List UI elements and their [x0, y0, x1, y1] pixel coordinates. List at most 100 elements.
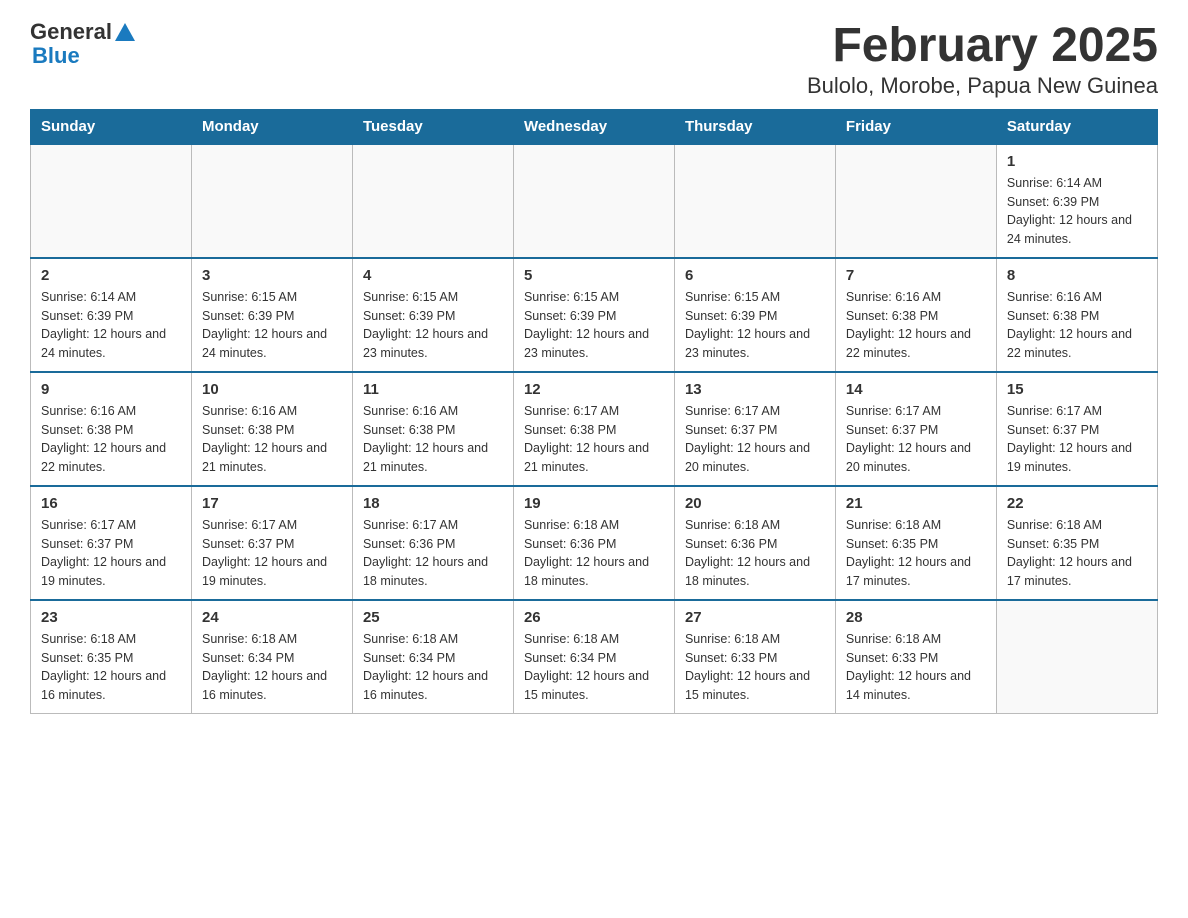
- day-number: 19: [524, 495, 664, 512]
- day-number: 25: [363, 609, 503, 626]
- calendar-cell: [191, 144, 352, 258]
- day-number: 10: [202, 381, 342, 398]
- day-number: 5: [524, 267, 664, 284]
- calendar-table: SundayMondayTuesdayWednesdayThursdayFrid…: [30, 109, 1158, 714]
- calendar-day-header: Wednesday: [513, 109, 674, 144]
- calendar-cell: [674, 144, 835, 258]
- calendar-cell: 19 Sunrise: 6:18 AM Sunset: 6:36 PM Dayli…: [513, 486, 674, 600]
- calendar-cell: 26 Sunrise: 6:18 AM Sunset: 6:34 PM Dayli…: [513, 600, 674, 714]
- day-info: Sunrise: 6:18 AM Sunset: 6:34 PM Dayligh…: [363, 630, 503, 705]
- day-info: Sunrise: 6:14 AM Sunset: 6:39 PM Dayligh…: [1007, 174, 1147, 249]
- calendar-cell: 13 Sunrise: 6:17 AM Sunset: 6:37 PM Dayli…: [674, 372, 835, 486]
- logo: General Blue: [30, 20, 135, 68]
- calendar-cell: [996, 600, 1157, 714]
- calendar-cell: 22Sunrise: 6:18 AM Sunset: 6:35 PM Dayli…: [996, 486, 1157, 600]
- day-info: Sunrise: 6:17 AM Sunset: 6:37 PM Dayligh…: [846, 402, 986, 477]
- day-info: Sunrise: 6:18 AM Sunset: 6:33 PM Dayligh…: [685, 630, 825, 705]
- day-number: 26: [524, 609, 664, 626]
- day-info: Sunrise: 6:17 AM Sunset: 6:37 PM Dayligh…: [202, 516, 342, 591]
- day-number: 24: [202, 609, 342, 626]
- calendar-cell: 21Sunrise: 6:18 AM Sunset: 6:35 PM Dayli…: [835, 486, 996, 600]
- calendar-cell: 15 Sunrise: 6:17 AM Sunset: 6:37 PM Dayli…: [996, 372, 1157, 486]
- calendar-week-row: 9 Sunrise: 6:16 AM Sunset: 6:38 PM Daylig…: [31, 372, 1158, 486]
- calendar-cell: 25 Sunrise: 6:18 AM Sunset: 6:34 PM Dayli…: [352, 600, 513, 714]
- day-info: Sunrise: 6:17 AM Sunset: 6:37 PM Dayligh…: [41, 516, 181, 591]
- calendar-day-header: Saturday: [996, 109, 1157, 144]
- day-number: 8: [1007, 267, 1147, 284]
- day-info: Sunrise: 6:18 AM Sunset: 6:33 PM Dayligh…: [846, 630, 986, 705]
- calendar-cell: 1Sunrise: 6:14 AM Sunset: 6:39 PM Daylig…: [996, 144, 1157, 258]
- page-title: February 2025: [807, 20, 1158, 73]
- day-info: Sunrise: 6:18 AM Sunset: 6:35 PM Dayligh…: [846, 516, 986, 591]
- day-number: 13: [685, 381, 825, 398]
- page-subtitle: Bulolo, Morobe, Papua New Guinea: [807, 73, 1158, 99]
- day-number: 7: [846, 267, 986, 284]
- day-info: Sunrise: 6:18 AM Sunset: 6:36 PM Dayligh…: [524, 516, 664, 591]
- day-info: Sunrise: 6:14 AM Sunset: 6:39 PM Dayligh…: [41, 288, 181, 363]
- day-info: Sunrise: 6:15 AM Sunset: 6:39 PM Dayligh…: [202, 288, 342, 363]
- day-info: Sunrise: 6:17 AM Sunset: 6:38 PM Dayligh…: [524, 402, 664, 477]
- title-block: February 2025 Bulolo, Morobe, Papua New …: [807, 20, 1158, 99]
- day-number: 20: [685, 495, 825, 512]
- calendar-cell: [352, 144, 513, 258]
- day-number: 12: [524, 381, 664, 398]
- day-number: 9: [41, 381, 181, 398]
- calendar-cell: 14 Sunrise: 6:17 AM Sunset: 6:37 PM Dayli…: [835, 372, 996, 486]
- calendar-cell: 2 Sunrise: 6:14 AM Sunset: 6:39 PM Daylig…: [31, 258, 192, 372]
- calendar-cell: 6 Sunrise: 6:15 AM Sunset: 6:39 PM Daylig…: [674, 258, 835, 372]
- day-number: 4: [363, 267, 503, 284]
- day-info: Sunrise: 6:17 AM Sunset: 6:36 PM Dayligh…: [363, 516, 503, 591]
- calendar-day-header: Sunday: [31, 109, 192, 144]
- calendar-week-row: 2 Sunrise: 6:14 AM Sunset: 6:39 PM Daylig…: [31, 258, 1158, 372]
- day-number: 3: [202, 267, 342, 284]
- day-number: 15: [1007, 381, 1147, 398]
- calendar-day-header: Monday: [191, 109, 352, 144]
- day-number: 17: [202, 495, 342, 512]
- calendar-header-row: SundayMondayTuesdayWednesdayThursdayFrid…: [31, 109, 1158, 144]
- calendar-week-row: 16Sunrise: 6:17 AM Sunset: 6:37 PM Dayli…: [31, 486, 1158, 600]
- day-number: 6: [685, 267, 825, 284]
- day-number: 2: [41, 267, 181, 284]
- day-number: 28: [846, 609, 986, 626]
- day-info: Sunrise: 6:16 AM Sunset: 6:38 PM Dayligh…: [846, 288, 986, 363]
- calendar-cell: 12 Sunrise: 6:17 AM Sunset: 6:38 PM Dayli…: [513, 372, 674, 486]
- calendar-cell: 18 Sunrise: 6:17 AM Sunset: 6:36 PM Dayli…: [352, 486, 513, 600]
- calendar-cell: 23Sunrise: 6:18 AM Sunset: 6:35 PM Dayli…: [31, 600, 192, 714]
- day-info: Sunrise: 6:16 AM Sunset: 6:38 PM Dayligh…: [202, 402, 342, 477]
- calendar-cell: 10 Sunrise: 6:16 AM Sunset: 6:38 PM Dayli…: [191, 372, 352, 486]
- day-number: 27: [685, 609, 825, 626]
- calendar-cell: 27 Sunrise: 6:18 AM Sunset: 6:33 PM Dayli…: [674, 600, 835, 714]
- calendar-day-header: Tuesday: [352, 109, 513, 144]
- day-number: 18: [363, 495, 503, 512]
- calendar-cell: 9Sunrise: 6:16 AM Sunset: 6:38 PM Daylig…: [31, 372, 192, 486]
- logo-general: General: [30, 20, 112, 44]
- day-number: 14: [846, 381, 986, 398]
- calendar-cell: 28 Sunrise: 6:18 AM Sunset: 6:33 PM Dayli…: [835, 600, 996, 714]
- calendar-cell: 11 Sunrise: 6:16 AM Sunset: 6:38 PM Dayli…: [352, 372, 513, 486]
- calendar-cell: 17 Sunrise: 6:17 AM Sunset: 6:37 PM Dayli…: [191, 486, 352, 600]
- calendar-cell: 20Sunrise: 6:18 AM Sunset: 6:36 PM Dayli…: [674, 486, 835, 600]
- day-info: Sunrise: 6:16 AM Sunset: 6:38 PM Dayligh…: [1007, 288, 1147, 363]
- calendar-week-row: 1Sunrise: 6:14 AM Sunset: 6:39 PM Daylig…: [31, 144, 1158, 258]
- calendar-day-header: Thursday: [674, 109, 835, 144]
- day-number: 11: [363, 381, 503, 398]
- day-info: Sunrise: 6:18 AM Sunset: 6:35 PM Dayligh…: [1007, 516, 1147, 591]
- page-header: General Blue February 2025 Bulolo, Morob…: [30, 20, 1158, 99]
- calendar-cell: 7 Sunrise: 6:16 AM Sunset: 6:38 PM Daylig…: [835, 258, 996, 372]
- logo-blue: Blue: [32, 44, 135, 68]
- calendar-cell: 5 Sunrise: 6:15 AM Sunset: 6:39 PM Daylig…: [513, 258, 674, 372]
- day-info: Sunrise: 6:15 AM Sunset: 6:39 PM Dayligh…: [524, 288, 664, 363]
- calendar-cell: [513, 144, 674, 258]
- calendar-day-header: Friday: [835, 109, 996, 144]
- day-info: Sunrise: 6:17 AM Sunset: 6:37 PM Dayligh…: [1007, 402, 1147, 477]
- day-number: 23: [41, 609, 181, 626]
- calendar-cell: 8 Sunrise: 6:16 AM Sunset: 6:38 PM Daylig…: [996, 258, 1157, 372]
- calendar-cell: [835, 144, 996, 258]
- calendar-cell: 3 Sunrise: 6:15 AM Sunset: 6:39 PM Daylig…: [191, 258, 352, 372]
- day-info: Sunrise: 6:18 AM Sunset: 6:34 PM Dayligh…: [524, 630, 664, 705]
- day-info: Sunrise: 6:17 AM Sunset: 6:37 PM Dayligh…: [685, 402, 825, 477]
- day-info: Sunrise: 6:15 AM Sunset: 6:39 PM Dayligh…: [685, 288, 825, 363]
- day-info: Sunrise: 6:18 AM Sunset: 6:34 PM Dayligh…: [202, 630, 342, 705]
- day-info: Sunrise: 6:16 AM Sunset: 6:38 PM Dayligh…: [363, 402, 503, 477]
- calendar-cell: [31, 144, 192, 258]
